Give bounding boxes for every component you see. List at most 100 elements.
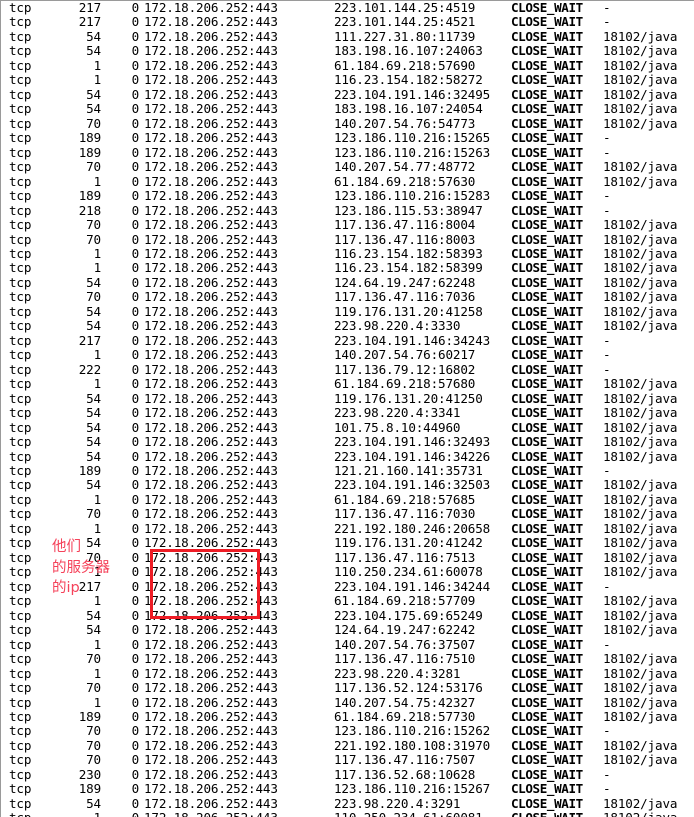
row-proto: tcp xyxy=(9,448,32,464)
row-local-address: 172.18.206.252:443 xyxy=(144,694,278,710)
row-recv-queue: 217 xyxy=(78,332,101,348)
row-state: CLOSE_WAIT xyxy=(511,86,583,102)
row-foreign-address: 123.186.110.216:15262 xyxy=(334,723,491,739)
row-recv-queue: 54 xyxy=(86,390,101,406)
row-state: CLOSE_WAIT xyxy=(511,491,583,507)
row-proto: tcp xyxy=(9,144,32,160)
row-pid-program: - xyxy=(603,766,611,782)
row-local-address: 172.18.206.252:443 xyxy=(144,564,278,580)
row-pid-program: - xyxy=(603,202,611,218)
row-proto: tcp xyxy=(9,694,32,710)
row-foreign-address: 223.104.175.69:65249 xyxy=(334,607,483,623)
row-state: CLOSE_WAIT xyxy=(511,245,583,261)
table-row: tcp 54 0 172.18.206.252:443 183.198.16.107:2… xyxy=(1,101,694,117)
row-send-queue: 0 xyxy=(131,694,140,710)
row-pid-program: 18102/java xyxy=(603,665,678,681)
row-recv-queue: 1 xyxy=(93,564,102,580)
table-row: tcp 70 0 172.18.206.252:443 117.136.47.116:7… xyxy=(1,506,694,521)
row-recv-queue: 54 xyxy=(86,434,101,450)
row-local-address: 172.18.206.252:443 xyxy=(144,463,278,478)
row-send-queue: 0 xyxy=(131,274,140,290)
terminal-output-pane[interactable]: tcp 217 0 172.18.206.252:443 223.101.144.25:… xyxy=(0,0,694,817)
row-local-address: 172.18.206.252:443 xyxy=(144,159,278,175)
row-state: CLOSE_WAIT xyxy=(511,593,583,609)
row-foreign-address: 223.104.191.146:32495 xyxy=(334,86,491,102)
row-recv-queue: 230 xyxy=(78,766,101,782)
row-proto: tcp xyxy=(9,549,32,565)
row-state: CLOSE_WAIT xyxy=(511,694,583,710)
row-proto: tcp xyxy=(9,332,32,348)
row-local-address: 172.18.206.252:443 xyxy=(144,723,278,739)
row-foreign-address: 140.207.54.76:54773 xyxy=(334,115,476,131)
row-send-queue: 0 xyxy=(131,535,140,551)
row-local-address: 172.18.206.252:443 xyxy=(144,86,278,102)
row-foreign-address: 183.198.16.107:24063 xyxy=(334,43,483,59)
table-row: tcp 1 0 172.18.206.252:443 116.23.154.182:58… xyxy=(1,72,694,87)
table-row: tcp 70 0 172.18.206.252:443 140.207.54.76:54… xyxy=(1,115,694,131)
row-recv-queue: 54 xyxy=(86,477,101,493)
row-proto: tcp xyxy=(9,708,32,724)
row-proto: tcp xyxy=(9,115,32,131)
row-proto: tcp xyxy=(9,680,32,696)
row-state: CLOSE_WAIT xyxy=(511,535,583,551)
row-foreign-address: 117.136.47.116:8003 xyxy=(334,231,476,247)
row-proto: tcp xyxy=(9,622,32,638)
table-row: tcp 70 0 172.18.206.252:443 117.136.47.116:7… xyxy=(1,651,694,666)
table-row: tcp 1 0 172.18.206.252:443 140.207.54.76:602… xyxy=(1,347,694,363)
table-row: tcp 70 0 172.18.206.252:443 117.136.47.116:8… xyxy=(1,231,694,247)
table-row: tcp 10 172.18.206.252:443 110.250.234.61:60… xyxy=(1,810,694,817)
row-pid-program: 18102/java xyxy=(603,708,678,724)
row-local-address: 172.18.206.252:443 xyxy=(144,607,278,623)
row-local-address: 172.18.206.252:443 xyxy=(144,578,278,594)
row-state: CLOSE_WAIT xyxy=(511,43,583,59)
row-foreign-address: 223.101.144.25:4521 xyxy=(334,14,476,30)
row-pid-program: 18102/java xyxy=(603,115,678,131)
row-state: CLOSE_WAIT xyxy=(511,434,583,450)
row-recv-queue: 70 xyxy=(86,737,101,753)
table-row: tcp 70 0 172.18.206.252:443 221.192.180.108:… xyxy=(1,737,694,753)
row-proto: tcp xyxy=(9,347,32,363)
row-send-queue: 0 xyxy=(131,14,140,30)
row-send-queue: 0 xyxy=(131,217,140,233)
row-foreign-address: 123.186.110.216:15267 xyxy=(334,781,491,797)
row-recv-queue: 189 xyxy=(78,144,101,160)
row-send-queue: 0 xyxy=(131,593,140,609)
row-pid-program: - xyxy=(603,347,611,363)
row-send-queue: 0 xyxy=(131,318,140,334)
row-state: CLOSE_WAIT xyxy=(511,144,583,160)
row-proto: tcp xyxy=(9,86,32,102)
row-foreign-address: 61.184.69.218:57709 xyxy=(334,593,476,609)
row-recv-queue: 217 xyxy=(78,14,101,30)
row-pid-program: - xyxy=(603,130,611,146)
table-row: tcp 189 0 172.18.206.252:443 123.186.110.216… xyxy=(1,144,694,160)
row-pid-program: 18102/java xyxy=(603,448,678,464)
row-local-address: 172.18.206.252:443 xyxy=(144,101,278,117)
row-state: CLOSE_WAIT xyxy=(511,578,583,594)
row-local-address: 172.18.206.252:443 xyxy=(144,347,278,363)
row-recv-queue: 1 xyxy=(93,57,102,73)
row-pid-program: 18102/java xyxy=(603,491,678,507)
row-foreign-address: 119.176.131.20:41242 xyxy=(334,535,483,551)
row-pid-program: 18102/java xyxy=(603,593,678,609)
table-row: tcp 70 0 172.18.206.252:443 117.136.47.116:8… xyxy=(1,217,694,233)
row-state: CLOSE_WAIT xyxy=(511,708,583,724)
row-send-queue: 0 xyxy=(131,159,140,175)
row-pid-program: 18102/java xyxy=(603,86,678,102)
row-state: CLOSE_WAIT xyxy=(511,318,583,334)
row-local-address: 172.18.206.252:443 xyxy=(144,766,278,782)
row-state: CLOSE_WAIT xyxy=(511,607,583,623)
row-proto: tcp xyxy=(9,43,32,59)
row-foreign-address: 223.104.191.146:32493 xyxy=(334,434,491,450)
table-row: tcp 217 0 172.18.206.252:443 223.101.144.25:… xyxy=(1,14,694,30)
row-foreign-address: 117.136.52.68:10628 xyxy=(334,766,476,782)
row-foreign-address: 140.207.54.75:42327 xyxy=(334,694,476,710)
row-send-queue: 0 xyxy=(131,708,140,724)
table-row: tcp 1 0 172.18.206.252:443 140.207.54.75:423… xyxy=(1,694,694,710)
row-send-queue: 0 xyxy=(131,115,140,131)
row-local-address: 172.18.206.252:443 xyxy=(144,274,278,290)
row-pid-program: 18102/java xyxy=(603,274,678,290)
row-send-queue: 0 xyxy=(131,332,140,348)
row-recv-queue: 54 xyxy=(86,318,101,334)
row-send-queue: 0 xyxy=(131,636,140,652)
row-state: CLOSE_WAIT xyxy=(511,781,583,797)
